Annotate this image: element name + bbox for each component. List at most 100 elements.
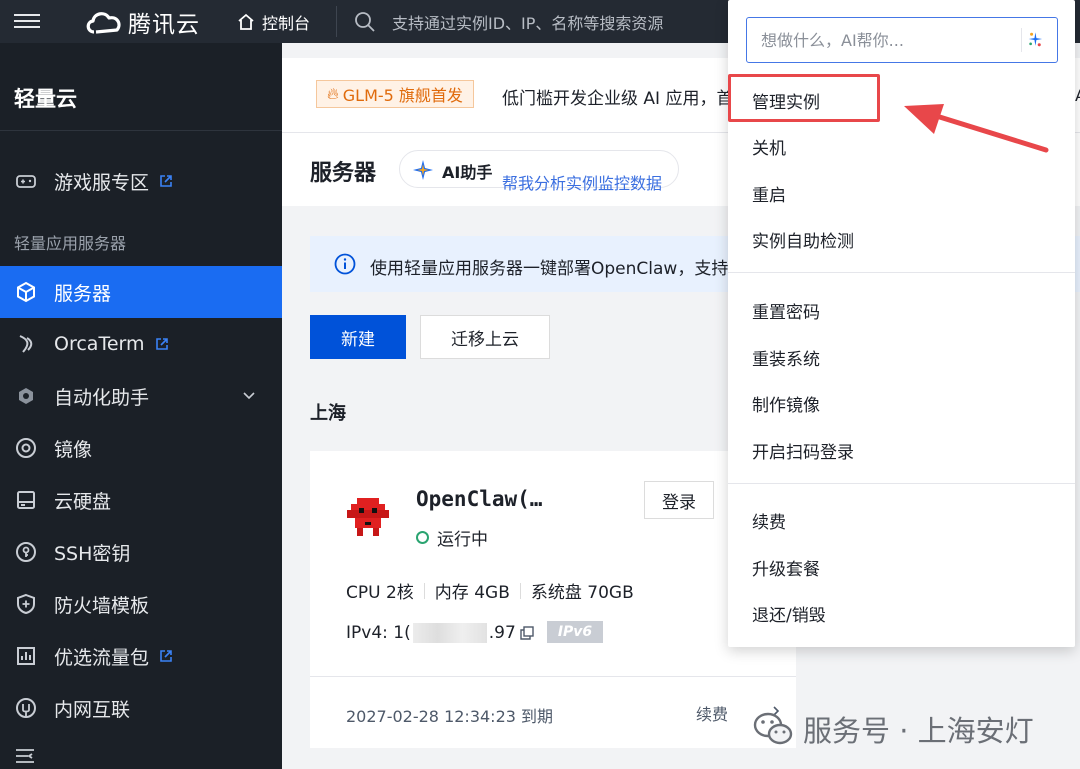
sidebar-group-label: 轻量应用服务器 <box>14 234 127 253</box>
instance-card: OpenClaw(… 运行中 登录 CPU 2核 内存 4GB 系统盘 70GB… <box>310 451 796 748</box>
sidebar-item-game-zone[interactable]: 游戏服专区 <box>0 155 282 207</box>
menu-item-self-check[interactable]: 实例自助检测 <box>752 227 854 252</box>
info-banner-text: 使用轻量应用服务器一键部署OpenClaw，支持 <box>370 259 729 279</box>
key-icon <box>14 540 38 564</box>
sidebar-item-automation[interactable]: 自动化助手 <box>0 370 282 422</box>
menu-item-upgrade-plan[interactable]: 升级套餐 <box>752 555 820 580</box>
ipv4-prefix: IPv4: 1( <box>346 623 411 643</box>
sidebar-item-label: 服务器 <box>54 282 112 305</box>
renew-link[interactable]: 续费 <box>696 701 728 725</box>
sidebar-item-orcaterm[interactable]: OrcaTerm <box>0 318 282 370</box>
ai-suggestion-text[interactable]: 帮我分析实例监控数据 <box>502 170 662 194</box>
sidebar-item-label: 内网互联 <box>54 698 131 721</box>
ipv6-badge: IPv6 <box>547 621 603 643</box>
chevron-down-icon <box>243 392 255 400</box>
instance-name[interactable]: OpenClaw(… <box>416 487 542 511</box>
ipv4-address: IPv4: 1( .97 <box>346 623 534 643</box>
page-title: 服务器 <box>310 161 377 186</box>
divider <box>336 6 337 37</box>
sidebar-item-label: SSH密钥 <box>54 542 131 565</box>
ai-sparkle-icon[interactable] <box>1021 28 1045 52</box>
migrate-to-cloud-button[interactable]: 迁移上云 <box>420 315 550 359</box>
menu-item-restart[interactable]: 重启 <box>752 181 786 206</box>
sidebar-item-traffic-packages[interactable]: 优选流量包 <box>0 630 282 682</box>
divider <box>728 272 1075 273</box>
sidebar-item-servers[interactable]: 服务器 <box>0 266 282 318</box>
sidebar-item-label: 优选流量包 <box>54 646 150 669</box>
external-link-icon <box>160 175 172 187</box>
instance-specs: CPU 2核 内存 4GB 系统盘 70GB <box>346 578 634 603</box>
redacted-ip <box>412 623 487 643</box>
ipv4-suffix: .97 <box>488 623 516 643</box>
collapse-sidebar-icon[interactable] <box>14 747 36 765</box>
sidebar-item-firewall-templates[interactable]: 防火墙模板 <box>0 578 282 630</box>
flame-icon: 🔥︎ <box>327 84 339 103</box>
disc-icon <box>14 436 38 460</box>
copy-icon[interactable] <box>520 626 534 640</box>
cube-icon <box>14 280 38 304</box>
console-link[interactable]: 控制台 <box>236 8 310 36</box>
sidebar-item-label: 防火墙模板 <box>54 594 150 617</box>
menu-icon[interactable] <box>14 10 40 32</box>
disk-spec: 系统盘 70GB <box>530 583 634 603</box>
brand-logo[interactable]: 腾讯云 <box>84 7 200 38</box>
robot-icon <box>14 384 38 408</box>
login-button[interactable]: 登录 <box>644 481 714 519</box>
menu-item-renew[interactable]: 续费 <box>752 508 786 533</box>
sidebar-item-images[interactable]: 镜像 <box>0 422 282 474</box>
sidebar-item-label: 云硬盘 <box>54 490 112 513</box>
product-title: 轻量云 <box>14 87 77 111</box>
menu-item-refund-destroy[interactable]: 退还/销毁 <box>752 601 826 626</box>
console-label: 控制台 <box>262 14 311 33</box>
sidebar-item-cloud-disk[interactable]: 云硬盘 <box>0 474 282 526</box>
terminal-icon <box>14 332 38 356</box>
openclaw-mascot-icon <box>347 498 389 536</box>
sidebar-item-label: OrcaTerm <box>54 333 145 355</box>
ai-assistant-pill[interactable]: AI助手 帮我分析实例监控数据 <box>399 150 679 193</box>
instance-status-label: 运行中 <box>437 530 488 550</box>
ai-command-field[interactable] <box>746 17 1058 63</box>
divider <box>728 483 1075 484</box>
instance-status: 运行中 <box>416 525 488 550</box>
new-instance-button[interactable]: 新建 <box>310 315 406 359</box>
truncated-text: A <box>1075 86 1080 105</box>
global-search[interactable]: 支持通过实例ID、IP、名称等搜索资源 <box>354 8 663 36</box>
sidebar-item-ssh-keys[interactable]: SSH密钥 <box>0 526 282 578</box>
sidebar-item-label: 自动化助手 <box>54 386 150 409</box>
memory-spec: 内存 4GB <box>434 583 510 603</box>
sidebar-item-label: 镜像 <box>54 438 93 461</box>
divider <box>519 582 521 599</box>
menu-item-shutdown[interactable]: 关机 <box>752 134 786 159</box>
cloud-logo-icon <box>86 12 121 34</box>
divider <box>423 582 425 599</box>
hard-disk-icon <box>14 488 38 512</box>
cpu-spec: CPU 2核 <box>346 583 414 603</box>
search-icon <box>355 12 375 32</box>
expiry-date: 2027-02-28 12:34:23 到期 <box>346 707 554 726</box>
shield-icon <box>14 592 38 616</box>
external-link-icon <box>155 338 168 350</box>
home-icon <box>238 13 254 30</box>
wechat-icon <box>753 712 793 745</box>
brand-name: 腾讯云 <box>128 12 200 38</box>
menu-item-reset-password[interactable]: 重置密码 <box>752 298 820 323</box>
announcement-text[interactable]: 低门槛开发企业级 AI 应用，首 <box>502 84 733 109</box>
search-placeholder: 支持通过实例ID、IP、名称等搜索资源 <box>392 14 664 33</box>
ai-command-input[interactable] <box>761 28 1011 52</box>
watermark-text: 服务号 · 上海安灯 <box>803 714 1034 748</box>
annotation-arrow-icon <box>904 104 1049 153</box>
announcement-badge-label: GLM-5 旗舰首发 <box>342 86 463 105</box>
divider <box>310 676 796 677</box>
menu-item-qr-login[interactable]: 开启扫码登录 <box>752 438 854 463</box>
sidebar-item-label: 游戏服专区 <box>54 171 150 194</box>
divider <box>0 130 282 131</box>
announcement-badge[interactable]: 🔥︎ GLM-5 旗舰首发 <box>316 80 474 108</box>
watermark: 服务号 · 上海安灯 <box>753 708 1034 750</box>
status-dot-icon <box>416 531 429 544</box>
menu-item-reinstall-system[interactable]: 重装系统 <box>752 345 820 370</box>
menu-item-create-image[interactable]: 制作镜像 <box>752 391 820 416</box>
sidebar-item-private-network[interactable]: 内网互联 <box>0 682 282 734</box>
external-link-icon <box>160 650 172 662</box>
sidebar: 轻量云 游戏服专区 轻量应用服务器 服务器 OrcaTerm 自动化助手 镜像 … <box>0 43 282 769</box>
info-icon <box>334 253 356 275</box>
